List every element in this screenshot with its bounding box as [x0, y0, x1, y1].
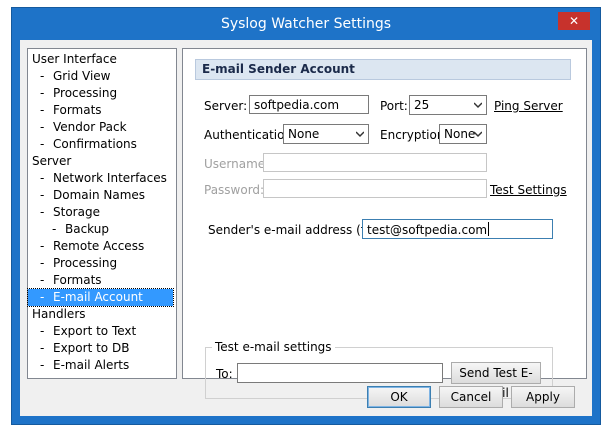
username-label: Username: — [204, 157, 270, 171]
tree-branch-marker: - — [40, 341, 45, 355]
tree-item-label: Formats — [53, 273, 102, 287]
close-button[interactable]: ✕ — [558, 12, 590, 30]
tree-item-label: User Interface — [32, 52, 117, 66]
section-header: E-mail Sender Account — [195, 59, 571, 80]
tree-branch-marker: - — [40, 103, 45, 117]
tree-item-label: Backup — [65, 222, 109, 236]
tree-item[interactable]: - Backup — [28, 221, 173, 238]
tree-item[interactable]: - Formats — [28, 102, 173, 119]
tree-branch-marker: - — [40, 256, 45, 270]
tree-item-label: Storage — [53, 205, 100, 219]
password-label: Password: — [204, 183, 265, 197]
send-test-email-button[interactable]: Send Test E-mail — [451, 362, 541, 400]
port-label: Port: — [380, 99, 408, 113]
tree-item-label: Vendor Pack — [53, 120, 127, 134]
test-settings-link[interactable]: Test Settings — [490, 183, 567, 197]
sender-address-input[interactable]: test@softpedia.com — [362, 219, 553, 239]
tree-item[interactable]: - Remote Access — [28, 238, 173, 255]
password-input[interactable] — [263, 179, 487, 198]
tree-item[interactable]: - Network Interfaces — [28, 170, 173, 187]
to-input[interactable] — [237, 363, 443, 383]
tree-item-label: Export to DB — [53, 341, 130, 355]
tree-item-label: Processing — [53, 256, 118, 270]
tree-branch-marker: - — [40, 290, 45, 304]
tree-branch-marker: - — [40, 324, 45, 338]
close-icon: ✕ — [568, 14, 580, 28]
apply-button[interactable]: Apply — [511, 386, 575, 408]
chevron-down-icon — [474, 102, 482, 109]
tree-item[interactable]: - Storage — [28, 204, 173, 221]
tree-item[interactable]: - Domain Names — [28, 187, 173, 204]
tree-item[interactable]: Handlers — [28, 306, 173, 323]
server-input[interactable]: softpedia.com — [249, 95, 369, 114]
tree-item-label: Server — [32, 154, 72, 168]
settings-window: Syslog Watcher Settings ✕ User Interface… — [11, 7, 601, 425]
tree-item[interactable]: - E-mail Alerts — [28, 357, 173, 374]
tree-item[interactable]: - Export to DB — [28, 340, 173, 357]
authentication-select[interactable]: None — [283, 124, 369, 144]
tree-branch-marker: - — [40, 358, 45, 372]
tree-branch-marker: - — [40, 273, 45, 287]
tree-item-label: Remote Access — [53, 239, 145, 253]
tree-item[interactable]: User Interface — [28, 51, 173, 68]
tree-item-label: Confirmations — [53, 137, 137, 151]
dialog-body: User Interface - Grid View - Processing - Form… — [20, 40, 592, 416]
tree-item[interactable]: - Confirmations — [28, 136, 173, 153]
ping-server-link[interactable]: Ping Server — [494, 99, 563, 113]
tree-item[interactable]: - Processing — [28, 85, 173, 102]
tree-branch-marker: - — [40, 137, 45, 151]
ok-button[interactable]: OK — [367, 386, 431, 408]
test-email-group-title: Test e-mail settings — [212, 340, 335, 354]
tree-branch-marker: - — [40, 188, 45, 202]
tree-branch-marker: - — [40, 120, 45, 134]
title-bar[interactable]: Syslog Watcher Settings ✕ — [12, 8, 600, 41]
tree-item-label: Grid View — [53, 69, 111, 83]
chevron-down-icon — [474, 131, 482, 138]
tree-branch-marker: - — [40, 239, 45, 253]
tree-item-label: Processing — [53, 86, 118, 100]
settings-panel: E-mail Sender Account Server: softpedia.… — [182, 48, 587, 400]
tree-branch-marker: - — [40, 69, 45, 83]
tree-branch-marker: - — [40, 86, 45, 100]
tree-item-label: Export to Text — [53, 324, 137, 338]
window-title: Syslog Watcher Settings — [220, 16, 392, 32]
tree-item[interactable]: - Formats — [28, 272, 173, 289]
encryption-select[interactable]: None — [439, 124, 487, 144]
tree-item[interactable]: - Export to Text — [28, 323, 173, 340]
authentication-value: None — [288, 127, 320, 141]
tree-branch-marker: - — [40, 205, 45, 219]
chevron-down-icon — [356, 131, 364, 138]
tree-item-label: E-mail Alerts — [53, 358, 130, 372]
tree-item-label: E-mail Account — [53, 290, 143, 304]
server-label: Server: — [204, 99, 248, 113]
sender-address-value: test@softpedia.com — [367, 223, 488, 237]
port-select[interactable]: 25 — [409, 95, 487, 115]
tree-item[interactable]: Server — [28, 153, 173, 170]
settings-tree[interactable]: User Interface - Grid View - Processing - Form… — [27, 48, 177, 379]
encryption-value: None — [444, 127, 476, 141]
tree-item[interactable]: - E-mail Account — [27, 288, 174, 307]
tree-item-label: Network Interfaces — [53, 171, 167, 185]
port-value: 25 — [414, 98, 430, 112]
tree-item-label: Formats — [53, 103, 102, 117]
to-label: To: — [216, 367, 233, 381]
tree-item[interactable]: - Grid View — [28, 68, 173, 85]
tree-branch-marker: - — [52, 222, 57, 236]
text-cursor — [488, 222, 490, 236]
username-input[interactable] — [263, 153, 487, 172]
tree-item-label: Domain Names — [53, 188, 146, 202]
tree-branch-marker: - — [40, 171, 45, 185]
tree-item[interactable]: - Processing — [28, 255, 173, 272]
cancel-button[interactable]: Cancel — [439, 386, 503, 408]
tree-item[interactable]: - Vendor Pack — [28, 119, 173, 136]
tree-item-label: Handlers — [32, 307, 86, 321]
